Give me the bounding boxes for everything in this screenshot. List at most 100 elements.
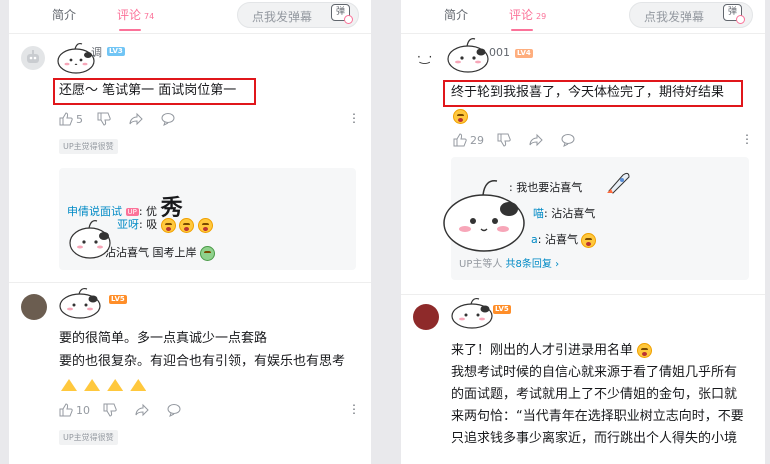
like-count: 29 (470, 133, 484, 147)
tab-bar: 简介 评论 74 点我发弹幕 弹 (9, 0, 371, 34)
like-count: 5 (76, 112, 83, 126)
reply-username[interactable]: 喵 (533, 207, 544, 220)
mascot-sticker-icon (447, 38, 489, 73)
thumb-down-icon (497, 133, 511, 147)
level-badge: LV4 (515, 49, 533, 58)
surprised-emoji-icon (581, 232, 597, 248)
tab-intro[interactable]: 简介 (52, 6, 76, 23)
comment-bubble-icon (561, 134, 575, 147)
comment-text-line: 的面试题，考试就用上了不少倩姐的金句，张口就 (451, 387, 738, 402)
reply-line-3: a: 沾喜气 (531, 231, 597, 248)
share-icon (135, 403, 149, 417)
like-button[interactable]: 29 (453, 133, 484, 147)
more-options-icon[interactable]: ⋮ (741, 132, 753, 146)
active-tab-indicator (511, 29, 533, 31)
surprised-emoji-icon (637, 343, 653, 358)
comment-text-line: 我想考试时候的自信心就来源于看了倩姐几乎所有 (451, 365, 738, 380)
comment-text-line: 来两句恰：“当代青年在选择职业树立志向时，不要 (451, 409, 744, 424)
username[interactable]: 调 (91, 44, 102, 60)
reply-button[interactable] (161, 112, 175, 126)
share-button[interactable] (529, 133, 543, 147)
reply-text: : 沾沾喜气 (544, 207, 596, 220)
right-comment-panel: 简介 评论 29 点我发弹幕 弹 · ͜ · 001 LV4 终于轮到我报喜了，今… (401, 0, 765, 464)
up-liked-tag: UP主觉得很赞 (59, 139, 118, 154)
dislike-button[interactable] (103, 403, 117, 417)
reply-button[interactable] (167, 403, 181, 417)
tab-comments[interactable]: 评论 29 (509, 6, 546, 23)
reply-preview[interactable]: : 我也要沾喜气 喵: 沾沾喜气 a: 沾喜气 UP主等人 共8条回复 › (443, 157, 749, 280)
comment-actions: 5 (59, 112, 359, 126)
awe-emoji-icon (197, 217, 213, 233)
clap-emoji-icon (84, 379, 101, 391)
more-options-icon[interactable]: ⋮ (348, 402, 360, 416)
surprised-emoji-icon (453, 109, 468, 124)
avatar-face[interactable]: · ͜ · (417, 50, 432, 64)
thumb-up-icon (453, 133, 467, 147)
reply-button[interactable] (561, 133, 575, 147)
awe-emoji-icon (179, 217, 195, 233)
clap-emoji-icon (107, 379, 124, 391)
view-replies-link[interactable]: UP主等人 共8条回复 › (459, 255, 559, 270)
comment-actions: 10 (59, 403, 359, 417)
avatar[interactable] (21, 46, 45, 70)
rocket-sticker-icon (607, 172, 630, 194)
like-button[interactable]: 10 (59, 403, 90, 417)
level-badge: LV5 (493, 305, 511, 314)
reply-text: : 沾喜气 (537, 233, 578, 246)
danmaku-placeholder: 点我发弹幕 (644, 10, 705, 24)
comment-text-span: 来了！刚出的人才引进录用名单 (451, 343, 634, 358)
share-button[interactable] (135, 403, 149, 417)
thumb-down-icon (103, 403, 117, 417)
highlight-box (443, 80, 743, 107)
highlight-box (53, 78, 256, 105)
avatar[interactable] (21, 294, 47, 320)
username[interactable]: 001 (489, 46, 510, 59)
mascot-sticker-icon (443, 180, 525, 252)
tab-bar: 简介 评论 29 点我发弹幕 弹 (401, 0, 765, 34)
like-button[interactable]: 5 (59, 112, 83, 126)
share-icon (529, 133, 543, 147)
thumb-down-icon (97, 112, 111, 126)
reply-line-3: 沾沾喜气 国考上岸 (105, 244, 215, 261)
comment-text-line: 只追求钱多事少离家近，而行跳出个人得失的小境 (451, 431, 738, 446)
reply-username[interactable]: a (531, 233, 538, 246)
comment-text-line: 要的也很复杂。有迎合也有引领，有娱乐也有思考 (59, 354, 346, 369)
level-badge: LV5 (109, 295, 127, 304)
comment-actions: 29 (453, 133, 753, 147)
comment-text-line: 来了！刚出的人才引进录用名单 (451, 340, 653, 362)
up-badge: UP (125, 208, 139, 216)
danmaku-toggle-icon[interactable]: 弹 (331, 4, 353, 24)
mascot-sticker-icon (451, 297, 493, 329)
reply-username[interactable]: 亚呀 (117, 218, 139, 231)
reply-preview[interactable]: 申倩说面试 UP: 优 秀 亚呀: 吸 沾沾喜气 国考上岸 (59, 168, 356, 270)
tab-intro[interactable]: 简介 (444, 6, 468, 23)
dislike-button[interactable] (497, 133, 511, 147)
more-options-icon[interactable]: ⋮ (348, 111, 360, 125)
clap-emoji-icon (130, 379, 147, 391)
active-tab-indicator (119, 29, 141, 31)
level-badge: LV3 (107, 47, 125, 56)
thumb-up-icon (59, 112, 73, 126)
clap-emoji-row (61, 376, 148, 395)
shore-emoji-icon (200, 245, 215, 261)
share-button[interactable] (129, 112, 143, 126)
dislike-button[interactable] (97, 112, 111, 126)
robot-avatar-icon (27, 50, 39, 63)
mascot-sticker-icon (69, 220, 111, 259)
reply-line-2: 喵: 沾沾喜气 (533, 205, 595, 221)
avatar[interactable] (413, 304, 439, 330)
comment-bubble-icon (167, 404, 181, 417)
danmaku-toggle-icon[interactable]: 弹 (723, 4, 745, 24)
reply-summary-prefix: UP主等人 (459, 259, 506, 270)
share-icon (129, 112, 143, 126)
reply-line-2: 亚呀: 吸 (117, 216, 213, 233)
awe-emoji-icon (160, 217, 176, 233)
left-comment-panel: 简介 评论 74 点我发弹幕 弹 调 LV3 还愿～ 笔试第一 面试岗位第一 5 … (9, 0, 371, 464)
comment-text-line: 要的很简单。多一点真诚少一点套路 (59, 331, 268, 346)
up-liked-tag: UP主觉得很赞 (59, 430, 118, 445)
like-count: 10 (76, 403, 90, 417)
reply-summary-link[interactable]: 共8条回复 › (506, 259, 560, 270)
clap-emoji-icon (61, 379, 77, 391)
tab-comments[interactable]: 评论 74 (117, 6, 154, 23)
comment-bubble-icon (161, 113, 175, 126)
